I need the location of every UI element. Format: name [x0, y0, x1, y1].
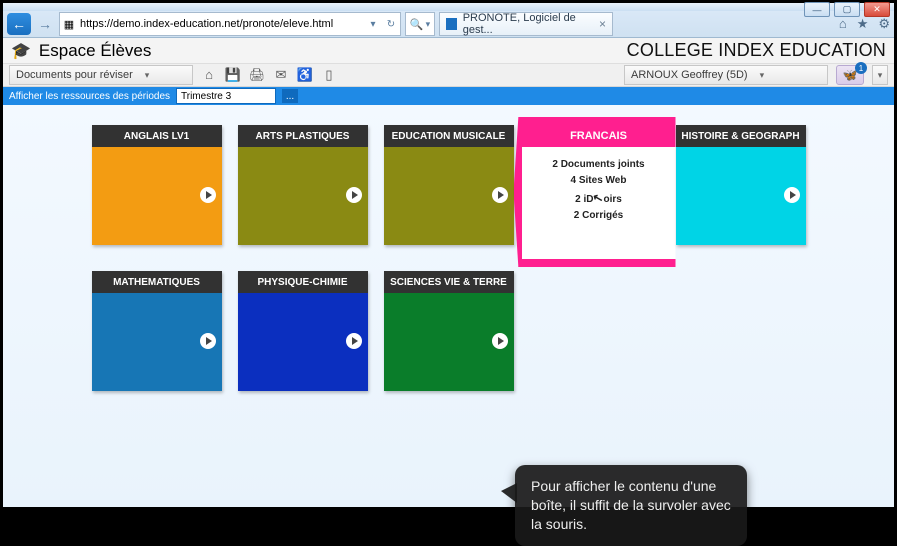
- address-bar[interactable]: ▦ ▾ ↻: [59, 12, 401, 36]
- window-titlebar: — ▢ ✕: [3, 3, 894, 11]
- arrow-right-icon: [784, 187, 800, 203]
- forward-button[interactable]: →: [35, 13, 55, 35]
- notification-dropdown[interactable]: ▾: [872, 65, 888, 85]
- window-maximize-button[interactable]: ▢: [834, 2, 860, 17]
- save-icon[interactable]: 💾: [225, 67, 241, 83]
- home-icon[interactable]: ⌂: [839, 16, 847, 32]
- favorites-icon[interactable]: ★: [857, 16, 869, 32]
- subject-tile-arts[interactable]: ARTS PLASTIQUES: [238, 125, 368, 245]
- tab-close-icon[interactable]: ×: [599, 17, 606, 31]
- subject-tile-math[interactable]: MATHEMATIQUES: [92, 271, 222, 391]
- url-dropdown-icon[interactable]: ▾: [364, 19, 382, 30]
- arrow-right-icon: [200, 187, 216, 203]
- help-tooltip: Pour afficher le contenu d'une boîte, il…: [515, 465, 747, 546]
- tab-favicon-icon: [446, 18, 457, 30]
- subject-tile-svt[interactable]: SCIENCES VIE & TERRE: [384, 271, 514, 391]
- arrow-right-icon: [346, 333, 362, 349]
- accessibility-icon[interactable]: ♿: [297, 67, 313, 83]
- documents-dropdown-label: Documents pour réviser: [16, 69, 133, 81]
- tile-title: EDUCATION MUSICALE: [384, 125, 514, 147]
- mail-icon[interactable]: ✉: [273, 67, 289, 83]
- subject-tile-physique[interactable]: PHYSIQUE-CHIMIE: [238, 271, 368, 391]
- notifications-badge[interactable]: 🦋 1: [836, 65, 864, 85]
- filter-bar: Afficher les ressources des périodes Tri…: [3, 87, 894, 105]
- subject-tile-francais-expanded[interactable]: FRANCAIS 2 Documents joints 4 Sites Web …: [530, 125, 660, 245]
- notification-count: 1: [855, 62, 867, 74]
- refresh-icon[interactable]: ↻: [382, 19, 400, 30]
- print-icon[interactable]: 🖨: [249, 67, 265, 83]
- tile-resources-list: 2 Documents joints 4 Sites Web 2 iD↖oirs…: [522, 147, 676, 234]
- list-item: 2 iD↖oirs: [528, 189, 670, 208]
- tile-title: ANGLAIS LV1: [92, 125, 222, 147]
- window-minimize-button[interactable]: —: [804, 2, 830, 17]
- list-item: 2 Corrigés: [528, 208, 670, 224]
- page-title: Espace Élèves: [39, 41, 151, 61]
- search-box[interactable]: 🔍 ▾: [405, 12, 435, 36]
- tab-title: PRONOTE, Logiciel de gest...: [463, 12, 593, 36]
- user-dropdown[interactable]: ARNOUX Geoffrey (5D): [624, 65, 828, 85]
- subject-grid: ANGLAIS LV1 ARTS PLASTIQUES EDUCATION MU…: [13, 125, 884, 391]
- back-button[interactable]: ←: [7, 13, 31, 35]
- mobile-icon[interactable]: ▯: [321, 67, 337, 83]
- browser-navbar: ← → ▦ ▾ ↻ 🔍 ▾ PRONOTE, Logiciel de gest.…: [3, 11, 894, 38]
- list-item: 2 Documents joints: [528, 157, 670, 173]
- window-close-button[interactable]: ✕: [864, 2, 890, 17]
- arrow-right-icon: [200, 333, 216, 349]
- arrow-right-icon: [346, 187, 362, 203]
- cursor-icon: ↖: [591, 188, 606, 209]
- content-area: ANGLAIS LV1 ARTS PLASTIQUES EDUCATION MU…: [3, 105, 894, 507]
- tile-title: ARTS PLASTIQUES: [238, 125, 368, 147]
- arrow-right-icon: [492, 333, 508, 349]
- tile-title: MATHEMATIQUES: [92, 271, 222, 293]
- period-browse-button[interactable]: ...: [282, 89, 298, 103]
- documents-dropdown[interactable]: Documents pour réviser: [9, 65, 193, 85]
- subject-tile-histoire[interactable]: HISTOIRE & GEOGRAPH: [676, 125, 806, 245]
- school-name: COLLEGE INDEX EDUCATION: [627, 40, 886, 61]
- period-select[interactable]: Trimestre 3: [176, 88, 276, 104]
- settings-gear-icon[interactable]: ⚙: [878, 16, 890, 32]
- user-dropdown-label: ARNOUX Geoffrey (5D): [631, 69, 748, 81]
- site-favicon-icon: ▦: [60, 18, 78, 31]
- tile-title: HISTOIRE & GEOGRAPH: [676, 125, 806, 147]
- search-icon: 🔍: [410, 18, 424, 31]
- subject-tile-anglais[interactable]: ANGLAIS LV1: [92, 125, 222, 245]
- graduation-cap-icon: 🎓: [11, 41, 31, 61]
- url-input[interactable]: [78, 14, 364, 34]
- tile-title: PHYSIQUE-CHIMIE: [238, 271, 368, 293]
- tile-title: SCIENCES VIE & TERRE: [384, 271, 514, 293]
- secondary-toolbar: Documents pour réviser ⌂ 💾 🖨 ✉ ♿ ▯ ARNOU…: [3, 64, 894, 87]
- app-header: 🎓 Espace Élèves COLLEGE INDEX EDUCATION: [3, 38, 894, 64]
- browser-tab[interactable]: PRONOTE, Logiciel de gest... ×: [439, 12, 613, 36]
- home-icon[interactable]: ⌂: [201, 67, 217, 83]
- arrow-right-icon: [492, 187, 508, 203]
- subject-tile-musique[interactable]: EDUCATION MUSICALE: [384, 125, 514, 245]
- tile-title: FRANCAIS: [522, 125, 676, 147]
- list-item: 4 Sites Web: [528, 173, 670, 189]
- filter-label: Afficher les ressources des périodes: [9, 91, 170, 102]
